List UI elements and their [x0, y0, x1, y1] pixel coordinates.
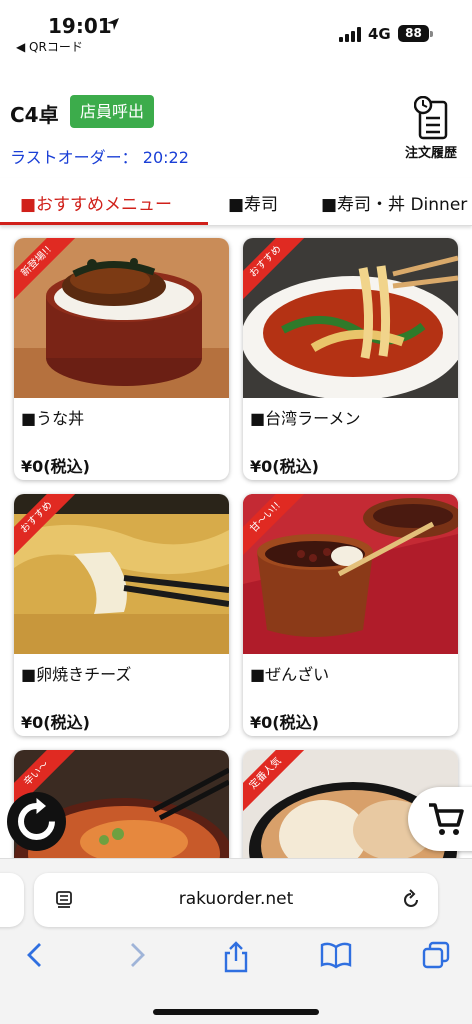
battery-icon: 88 — [398, 25, 429, 42]
item-price: ¥0(税込) — [250, 457, 319, 476]
item-price: ¥0(税込) — [21, 713, 90, 732]
share-icon[interactable] — [222, 941, 250, 973]
status-time: 19:01 — [48, 14, 112, 38]
order-history-label: 注文履歴 — [404, 146, 457, 161]
forward-arrow-icon[interactable] — [126, 941, 148, 969]
bookmarks-icon[interactable] — [320, 941, 352, 969]
url-text: rakuorder.net — [178, 889, 294, 909]
last-order-time: ラストオーダー： 20:22 — [10, 148, 189, 167]
tab-recommended[interactable]: ■おすすめメニュー — [20, 190, 172, 215]
previous-tab-preview[interactable] — [0, 873, 24, 927]
call-staff-button[interactable]: 店員呼出 — [70, 95, 154, 128]
refresh-button[interactable] — [7, 792, 66, 851]
cart-icon — [429, 803, 464, 835]
tab-sushi-don-dinner[interactable]: ■寿司・丼 Dinner — [321, 190, 467, 215]
network-type: 4G — [368, 25, 391, 43]
order-history-button[interactable]: 注文履歴 — [396, 96, 466, 166]
home-indicator — [153, 1009, 319, 1015]
status-bar: 19:01 ◀ QRコード 4G 88 — [0, 0, 472, 62]
item-name: ■台湾ラーメン — [250, 409, 361, 428]
menu-item-card[interactable]: おすすめ ■卵焼きチーズ ¥0(税込) — [14, 494, 229, 736]
item-name: ■卵焼きチーズ — [21, 665, 132, 684]
back-arrow-icon[interactable] — [24, 941, 46, 969]
table-number: C4卓 — [10, 103, 59, 127]
active-tab-indicator — [0, 222, 208, 225]
category-tabs: ■おすすめメニュー ■寿司 ■寿司・丼 Dinner — [0, 178, 472, 226]
cellular-signal-icon — [339, 27, 361, 42]
menu-item-card[interactable]: 甘～い!! ■ぜんざい ¥0(税込) — [243, 494, 458, 736]
tabs-icon[interactable] — [422, 941, 450, 969]
tab-sushi[interactable]: ■寿司 — [228, 190, 278, 215]
menu-item-card[interactable]: 新登場!! ■うな丼 ¥0(税込) — [14, 238, 229, 480]
reload-icon[interactable] — [400, 889, 422, 911]
item-name: ■うな丼 — [21, 409, 85, 428]
order-history-icon — [414, 96, 448, 140]
location-arrow-icon — [107, 18, 119, 30]
item-price: ¥0(税込) — [250, 713, 319, 732]
item-name: ■ぜんざい — [250, 665, 330, 684]
menu-item-card[interactable]: おすすめ ■台湾ラーメン ¥0(税込) — [243, 238, 458, 480]
battery-cap — [430, 31, 433, 37]
browser-toolbar: rakuorder.net — [0, 858, 472, 1024]
refresh-icon — [18, 798, 55, 840]
address-bar[interactable]: rakuorder.net — [34, 873, 438, 927]
item-price: ¥0(税込) — [21, 457, 90, 476]
cart-button[interactable] — [408, 787, 472, 851]
back-to-app-link[interactable]: ◀ QRコード — [16, 38, 83, 55]
